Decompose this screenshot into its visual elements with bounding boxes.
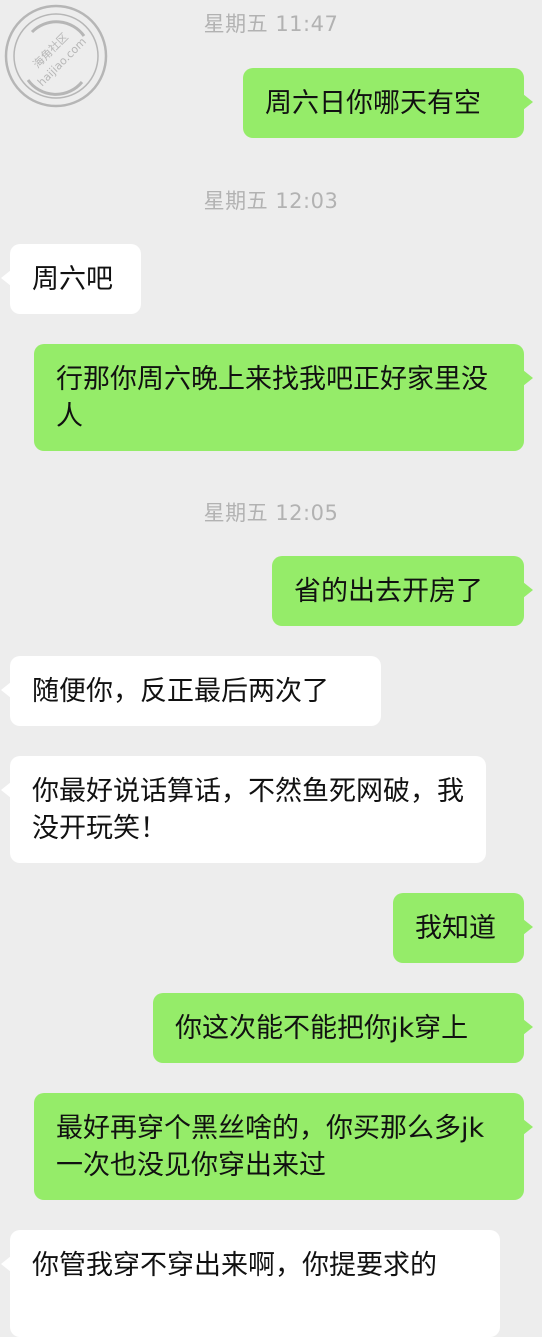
message-bubble-sent[interactable]: 行那你周六晚上来找我吧正好家里没人 <box>34 344 533 451</box>
message-bubble-received[interactable]: 你最好说话算话，不然鱼死网破，我没开玩笑！ <box>1 756 486 863</box>
timestamp: 星期五 12:05 <box>203 501 339 525</box>
timestamp: 星期五 11:47 <box>203 12 339 36</box>
message-bubble-sent[interactable]: 周六日你哪天有空 <box>243 68 533 138</box>
chat-area: 海角社区 haijiao.com 星期五 11:47 周六日你哪天有空 星期五 … <box>0 0 542 1337</box>
message-bubble-sent[interactable]: 我知道 <box>393 893 533 963</box>
message-bubble-sent[interactable]: 省的出去开房了 <box>272 556 533 626</box>
message-bubble-received[interactable]: 周六吧 <box>1 244 141 314</box>
message-bubble-sent[interactable]: 最好再穿个黑丝啥的，你买那么多jk一次也没见你穿出来过 <box>34 1093 533 1200</box>
message-bubble-sent[interactable]: 你这次能不能把你jk穿上 <box>153 993 533 1063</box>
message-bubble-received[interactable]: 你管我穿不穿出来啊，你提要求的 <box>1 1230 500 1337</box>
timestamp: 星期五 12:03 <box>203 189 339 213</box>
message-bubble-received[interactable]: 随便你，反正最后两次了 <box>1 656 381 726</box>
